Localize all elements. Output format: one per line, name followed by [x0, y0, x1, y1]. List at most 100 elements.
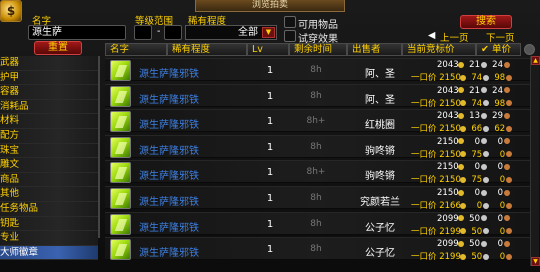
category-item[interactable]: 材料 — [0, 114, 98, 129]
seller-name: 公子忆 — [365, 248, 395, 260]
checkmark-icon: ✔ — [481, 44, 489, 55]
max-level-input[interactable] — [164, 25, 182, 40]
time-left: 8h+ — [306, 116, 326, 127]
gold-coin-icon — [458, 112, 464, 119]
buyout-price: 一口价 2150 66 62 — [411, 122, 515, 134]
bid-silver: 21 — [469, 85, 480, 96]
bid-gold: 2043 — [437, 60, 459, 70]
category-item[interactable]: 商品 — [0, 172, 98, 188]
silver-coin-icon — [481, 215, 487, 222]
column-header-time[interactable]: 剩余时间 — [289, 43, 347, 56]
buyout-copper: 0 — [499, 226, 506, 237]
buyout-price: 一口价 2199 50 0 — [411, 250, 515, 262]
seller-name: 究颜若兰 — [360, 197, 400, 208]
silver-coin-icon — [483, 100, 490, 107]
category-item[interactable]: 专业 — [0, 231, 98, 246]
column-header-bid[interactable]: 当前竞标价 — [402, 43, 476, 56]
buyout-gold: 2150 — [439, 124, 461, 135]
buyout-gold: 2199 — [439, 226, 461, 237]
column-header-rarity[interactable]: 稀有程度 — [167, 43, 247, 56]
item-name: 源生萨隆邪铁 — [139, 94, 199, 106]
category-item[interactable]: 配方 — [0, 128, 98, 144]
bid-price: 2043 21 24 — [437, 60, 513, 70]
category-item[interactable]: 武器 — [0, 56, 98, 71]
category-item[interactable]: 护甲 — [0, 70, 98, 86]
column-header-level[interactable]: Lv — [247, 43, 289, 56]
category-item[interactable]: 其他 — [0, 187, 98, 202]
prev-page-arrow-icon[interactable]: ◀ — [428, 30, 435, 41]
bid-copper: 0 — [497, 239, 503, 250]
scroll-down-icon[interactable]: ▼ — [531, 257, 540, 266]
buyout-price: 一口价 2150 74 98 — [411, 97, 515, 109]
search-input[interactable]: 源生萨 — [28, 25, 126, 40]
category-item[interactable]: 任务物品 — [0, 201, 98, 217]
category-item[interactable]: 雕文 — [0, 158, 98, 173]
table-row[interactable]: 源生萨隆邪铁 1 8h 阿、圣 2043 21 24 一口价 2150 74 98 — [105, 83, 530, 109]
item-icon[interactable] — [110, 136, 131, 158]
item-name: 源生萨隆邪铁 — [139, 69, 199, 80]
bid-gold: 2150 — [437, 162, 459, 173]
auction-window: $ 浏览拍卖 名字 源生萨 等级范围 - 稀有程度 全部 ▼ 可用物品 试穿效果… — [0, 0, 540, 272]
buyout-price: 一口价 2199 50 0 — [411, 225, 515, 237]
bid-price: 2150 0 0 — [437, 188, 513, 198]
usable-items-checkbox[interactable] — [284, 16, 296, 28]
item-icon[interactable] — [110, 188, 131, 209]
min-level-input[interactable] — [134, 25, 152, 40]
rarity-dropdown[interactable]: 全部 ▼ — [185, 25, 277, 40]
table-row[interactable]: 源生萨隆邪铁 1 8h 究颜若兰 2150 0 0 一口价 2166 0 0 — [105, 186, 530, 211]
item-icon[interactable] — [110, 85, 131, 107]
search-button[interactable]: 搜索 — [460, 15, 512, 29]
column-header-unit-price[interactable]: ✔ 单价 — [476, 43, 521, 56]
chevron-down-icon[interactable]: ▼ — [262, 27, 275, 38]
item-icon[interactable] — [110, 213, 131, 235]
results-scrollbar[interactable]: ▲ ▼ — [530, 56, 540, 266]
table-row[interactable]: 源生萨隆邪铁 1 8h 公子忆 2099 50 0 一口价 2199 50 0 — [105, 211, 530, 237]
category-item[interactable]: 消耗品 — [0, 99, 98, 115]
time-left: 8h — [310, 65, 322, 75]
reset-button[interactable]: 重置 — [34, 41, 82, 55]
copper-coin-icon — [506, 125, 513, 132]
table-row[interactable]: 源生萨隆邪铁 1 8h+ 红桃圈 2043 13 29 一口价 2150 66 62 — [105, 109, 530, 134]
settings-gear-icon[interactable] — [524, 44, 535, 55]
bid-price: 2099 50 0 — [437, 239, 513, 249]
table-row[interactable]: 源生萨隆邪铁 1 8h 公子忆 2099 50 0 一口价 2199 50 0 — [105, 237, 530, 262]
time-left: 8h — [310, 90, 322, 101]
buyout-silver: 50 — [471, 226, 483, 237]
column-header-seller[interactable]: 出售者 — [347, 43, 402, 56]
gold-coin-icon — [458, 138, 464, 145]
silver-coin-icon — [483, 253, 490, 260]
table-row[interactable]: 源生萨隆邪铁 1 8h+ 驹咚锵 2150 0 0 一口价 2150 75 0 — [105, 160, 530, 185]
item-icon[interactable] — [110, 239, 131, 261]
bid-gold: 2043 — [437, 111, 459, 122]
unit-price-label: 单价 — [492, 44, 512, 55]
category-list: 武器 护甲 容器 消耗品 材料 配方 珠宝 雕文 商品 其他 任务物品 钥匙 专… — [0, 56, 100, 261]
buyout-silver: 74 — [471, 98, 483, 109]
table-row[interactable]: 源生萨隆邪铁 1 8h 阿、圣 2043 21 24 一口价 2150 74 98 — [105, 58, 530, 83]
category-item-selected[interactable]: 大师徽章 — [0, 245, 98, 261]
copper-coin-icon — [506, 176, 513, 183]
silver-coin-icon — [483, 151, 490, 158]
level-separator: - — [157, 26, 161, 37]
bid-price: 2043 21 24 — [437, 86, 513, 96]
preview-checkbox[interactable] — [284, 30, 296, 42]
category-item[interactable]: 钥匙 — [0, 216, 98, 232]
gold-coin-icon — [460, 176, 467, 183]
copper-coin-icon — [504, 163, 510, 170]
category-item[interactable]: 容器 — [0, 85, 98, 100]
bid-price: 2150 0 0 — [437, 137, 513, 147]
bid-copper: 24 — [492, 85, 503, 96]
column-header-name[interactable]: 名字 — [105, 43, 167, 56]
item-icon[interactable] — [110, 111, 131, 133]
item-level: 1 — [266, 116, 274, 128]
scroll-up-icon[interactable]: ▲ — [531, 56, 540, 65]
next-page-label[interactable]: 下一页 — [486, 30, 515, 44]
buyout-price: 一口价 2166 0 0 — [411, 199, 515, 211]
item-icon[interactable] — [110, 60, 131, 81]
item-level: 1 — [266, 193, 274, 204]
bid-silver: 0 — [474, 188, 480, 198]
prev-page-label[interactable]: 上一页 — [440, 30, 469, 44]
category-item[interactable]: 珠宝 — [0, 143, 98, 159]
table-row[interactable]: 源生萨隆邪铁 1 8h 驹咚锵 2150 0 0 一口价 2150 75 0 — [105, 134, 530, 160]
item-icon[interactable] — [110, 162, 131, 184]
buyout-silver: 0 — [476, 201, 483, 211]
